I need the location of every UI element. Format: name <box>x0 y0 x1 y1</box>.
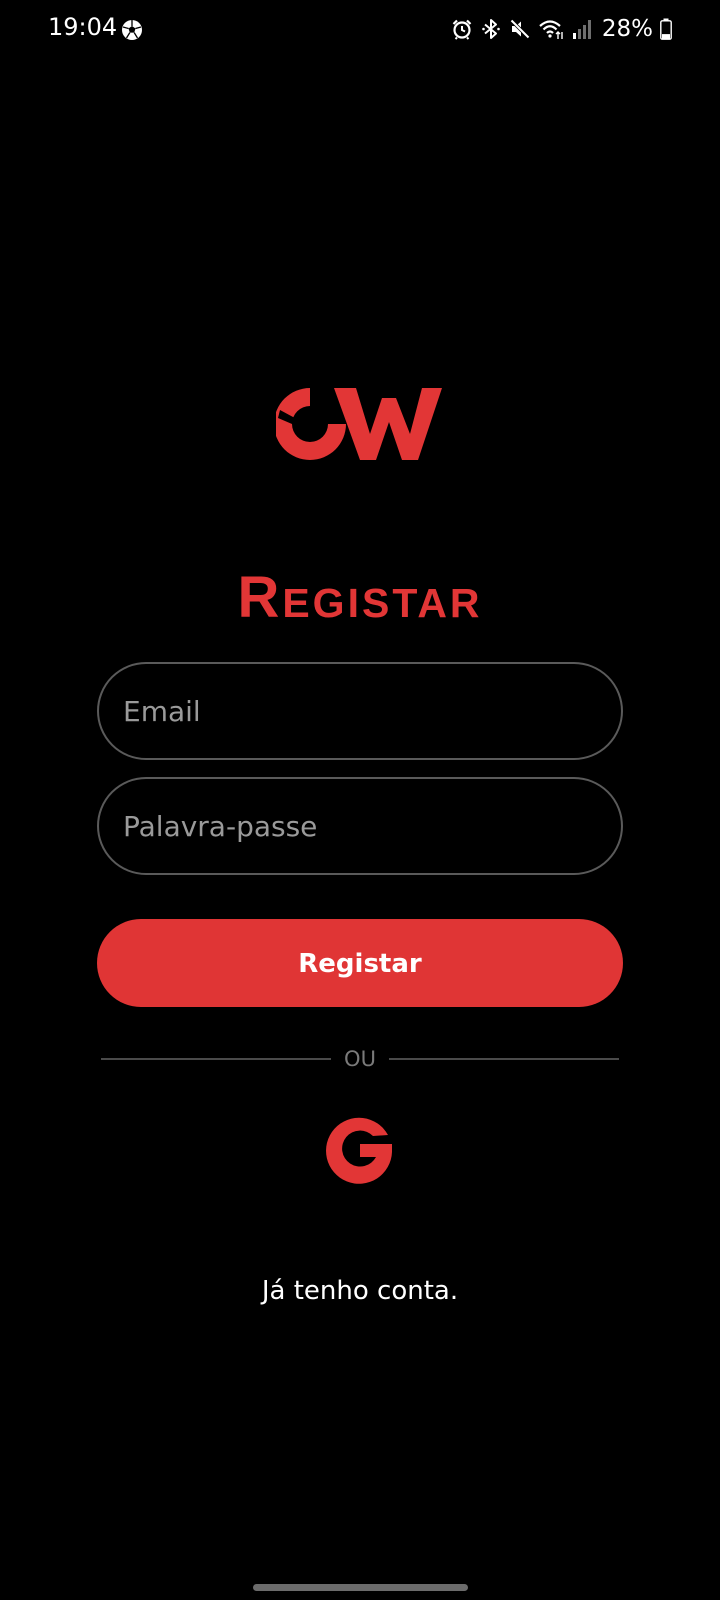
battery-percent: 28% <box>601 16 653 42</box>
signal-icon <box>572 20 591 39</box>
divider-text: OU <box>344 1047 376 1071</box>
status-bar: 19:04 28% <box>0 0 720 60</box>
bluetooth-icon <box>482 19 500 39</box>
status-time: 19:04 <box>48 13 118 41</box>
password-field[interactable] <box>123 779 593 873</box>
email-field[interactable] <box>123 664 593 758</box>
email-field-container <box>97 662 623 760</box>
google-icon[interactable] <box>322 1111 397 1186</box>
battery-icon <box>660 18 672 40</box>
app-logo <box>276 388 442 460</box>
status-right-group: 28% <box>451 14 672 44</box>
login-link[interactable]: Já tenho conta. <box>0 1273 720 1309</box>
wifi-icon <box>539 20 563 39</box>
alarm-icon <box>452 19 472 40</box>
divider-line-left <box>101 1058 331 1060</box>
mute-icon <box>509 18 531 40</box>
soccer-ball-icon <box>122 20 142 40</box>
register-button[interactable]: Registar <box>97 919 623 1007</box>
page-title: Registar <box>237 565 483 630</box>
divider-line-right <box>389 1058 619 1060</box>
password-field-container <box>97 777 623 875</box>
navigation-handle[interactable] <box>253 1584 468 1591</box>
